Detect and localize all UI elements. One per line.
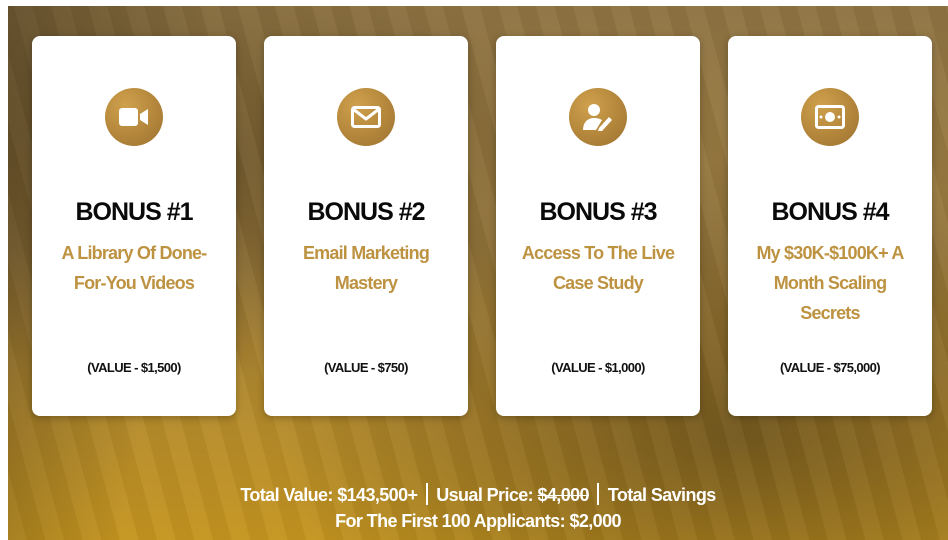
usual-price-value: $4,000 — [537, 485, 589, 505]
bonus-card-1: BONUS #1 A Library Of Done-For-You Video… — [32, 36, 236, 416]
bonus-title: BONUS #2 — [307, 198, 425, 226]
total-value-text: Total Value: $143,500+ — [240, 485, 418, 505]
pricing-line-2: For The First 100 Applicants: $2,000 — [335, 511, 621, 531]
separator — [425, 483, 428, 505]
bonus-value: (VALUE - $1,500) — [87, 360, 181, 375]
bonus-card-4: BONUS #4 My $30K-$100K+ A Month Scaling … — [728, 36, 932, 416]
bonus-value: (VALUE - $750) — [324, 360, 408, 375]
bonus-description: A Library Of Done-For-You Videos — [61, 243, 208, 293]
pricing-line-1: Total Value: $143,500+ Usual Price: $4,0… — [8, 482, 948, 508]
bonus-card-3: BONUS #3 Access To The Live Case Study (… — [496, 36, 700, 416]
bonus-value: (VALUE - $75,000) — [779, 360, 881, 375]
bonus-description: My $30K-$100K+ A Month Scaling Secrets — [756, 243, 904, 323]
user-edit-icon — [569, 88, 627, 146]
total-savings-label: Total Savings — [607, 485, 716, 505]
envelope-icon — [337, 88, 395, 146]
video-camera-icon — [105, 88, 163, 146]
bonus-title: BONUS #3 — [539, 198, 657, 226]
separator — [597, 483, 600, 505]
bonus-card-2: BONUS #2 Email Marketing Mastery (VALUE … — [264, 36, 468, 416]
pricing-summary: Total Value: $143,500+ Usual Price: $4,0… — [8, 482, 948, 534]
money-bill-icon — [801, 88, 859, 146]
usual-price-label: Usual Price: — [436, 485, 534, 505]
bonus-description: Email Marketing Mastery — [302, 243, 430, 293]
bonus-description: Access To The Live Case Study — [521, 243, 675, 293]
bonus-title: BONUS #4 — [771, 198, 889, 226]
bonus-value: (VALUE - $1,000) — [551, 360, 645, 375]
bonus-section: BONUS #1 A Library Of Done-For-You Video… — [8, 6, 948, 540]
bonus-title: BONUS #1 — [75, 198, 193, 226]
